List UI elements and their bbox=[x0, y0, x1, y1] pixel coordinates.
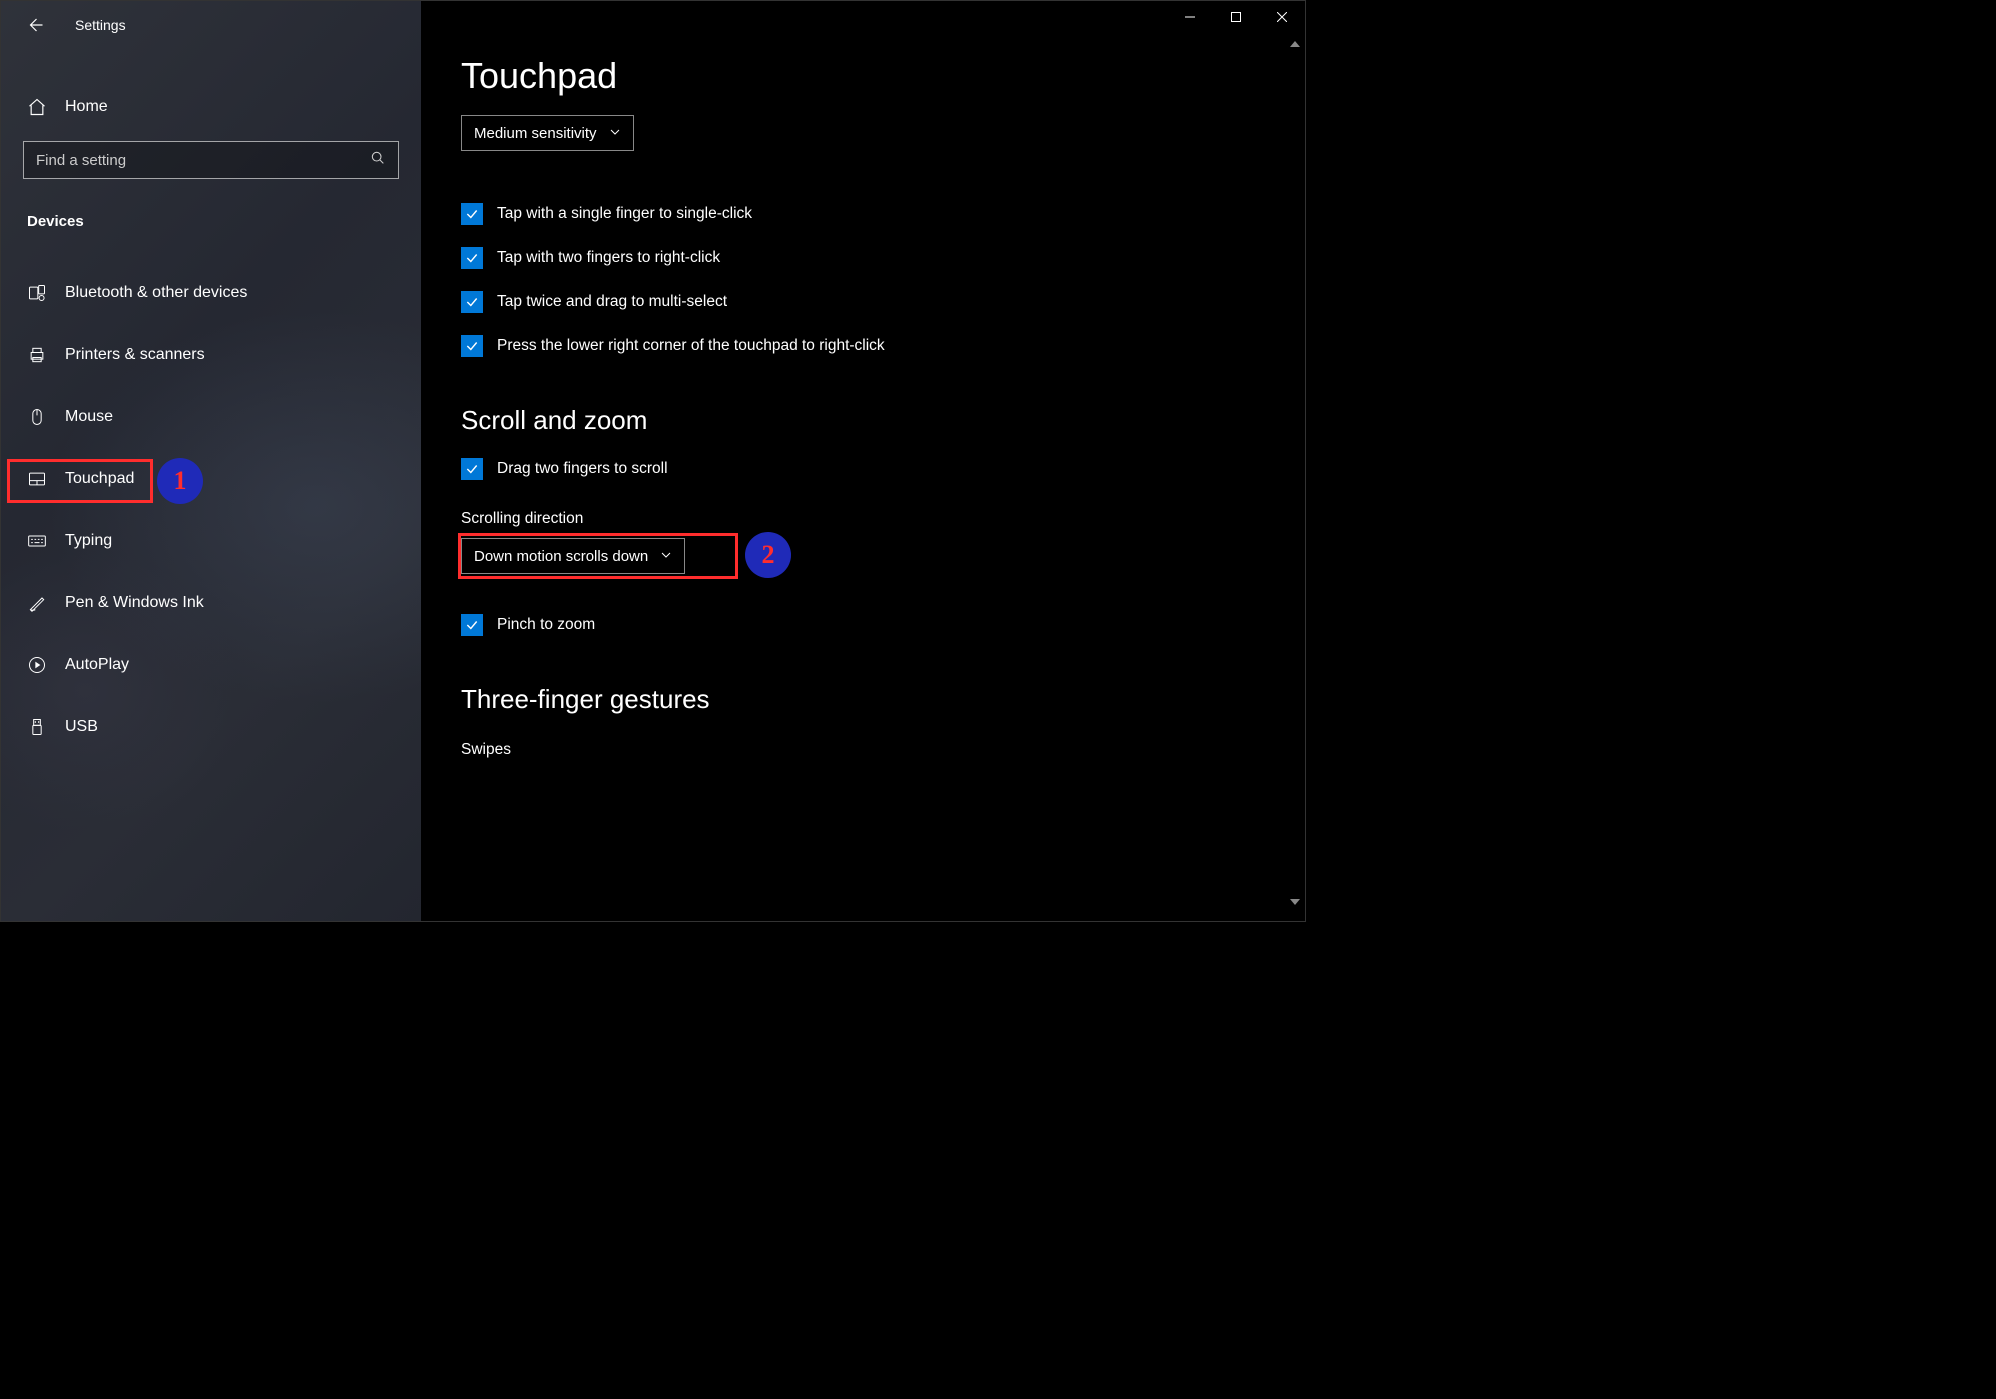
sidebar-item-label: Bluetooth & other devices bbox=[65, 284, 247, 302]
sidebar-item-label: AutoPlay bbox=[65, 656, 129, 674]
home-label: Home bbox=[65, 98, 108, 116]
checkbox-checked-icon bbox=[461, 614, 483, 636]
sidebar: Settings Home Devices Bluetooth & oth bbox=[1, 1, 421, 921]
checkbox-label: Pinch to zoom bbox=[497, 616, 595, 634]
scroll-up-icon[interactable] bbox=[1288, 37, 1302, 51]
titlebar-left: Settings bbox=[1, 1, 421, 49]
search-box[interactable] bbox=[23, 141, 399, 179]
sidebar-nav: Bluetooth & other devices Printers & sca… bbox=[1, 262, 421, 758]
section-heading-scroll-zoom: Scroll and zoom bbox=[461, 405, 1305, 436]
checkbox-checked-icon bbox=[461, 291, 483, 313]
checkbox-checked-icon bbox=[461, 247, 483, 269]
field-label-swipes: Swipes bbox=[461, 741, 1305, 759]
checkbox-checked-icon bbox=[461, 203, 483, 225]
scroll-direction-dropdown[interactable]: Down motion scrolls down bbox=[461, 538, 685, 574]
checkbox-label: Press the lower right corner of the touc… bbox=[497, 337, 885, 355]
pen-icon bbox=[27, 593, 47, 613]
sidebar-item-label: Printers & scanners bbox=[65, 346, 205, 364]
sidebar-item-printers[interactable]: Printers & scanners bbox=[1, 324, 421, 386]
minimize-button[interactable] bbox=[1167, 1, 1213, 33]
sidebar-item-label: Touchpad bbox=[65, 470, 134, 488]
annotation-marker-2: 2 bbox=[745, 532, 791, 578]
checkbox-row-two-finger-scroll[interactable]: Drag two fingers to scroll bbox=[461, 458, 1305, 480]
page-title: Touchpad bbox=[461, 55, 1305, 97]
home-icon bbox=[27, 97, 47, 117]
sensitivity-dropdown[interactable]: Medium sensitivity bbox=[461, 115, 634, 151]
sidebar-item-label: USB bbox=[65, 718, 98, 736]
app-title: Settings bbox=[75, 17, 126, 33]
sidebar-item-pen[interactable]: Pen & Windows Ink bbox=[1, 572, 421, 634]
touchpad-icon bbox=[27, 469, 47, 489]
bluetooth-devices-icon bbox=[27, 283, 47, 303]
sidebar-item-typing[interactable]: Typing bbox=[1, 510, 421, 572]
search-input[interactable] bbox=[36, 152, 370, 169]
keyboard-icon bbox=[27, 531, 47, 551]
autoplay-icon bbox=[27, 655, 47, 675]
close-button[interactable] bbox=[1259, 1, 1305, 33]
field-label-scroll-direction: Scrolling direction bbox=[461, 510, 1305, 528]
chevron-down-icon bbox=[660, 548, 672, 565]
scroll-down-icon[interactable] bbox=[1288, 895, 1302, 909]
sidebar-item-label: Mouse bbox=[65, 408, 113, 426]
checkbox-row-single-tap[interactable]: Tap with a single finger to single-click bbox=[461, 203, 1305, 225]
checkbox-row-tap-twice-drag[interactable]: Tap twice and drag to multi-select bbox=[461, 291, 1305, 313]
sidebar-item-touchpad[interactable]: Touchpad bbox=[1, 448, 421, 510]
sidebar-item-home[interactable]: Home bbox=[1, 83, 421, 131]
chevron-down-icon bbox=[609, 125, 621, 142]
sensitivity-value: Medium sensitivity bbox=[474, 125, 597, 142]
settings-window: Settings Home Devices Bluetooth & oth bbox=[0, 0, 1306, 922]
checkbox-row-lower-right-corner[interactable]: Press the lower right corner of the touc… bbox=[461, 335, 1305, 357]
back-button[interactable] bbox=[19, 9, 51, 41]
sidebar-item-bluetooth[interactable]: Bluetooth & other devices bbox=[1, 262, 421, 324]
sidebar-item-usb[interactable]: USB bbox=[1, 696, 421, 758]
checkbox-row-pinch-zoom[interactable]: Pinch to zoom bbox=[461, 614, 1305, 636]
usb-icon bbox=[27, 717, 47, 737]
window-controls bbox=[1167, 1, 1305, 33]
checkbox-row-two-finger-tap[interactable]: Tap with two fingers to right-click bbox=[461, 247, 1305, 269]
checkbox-label: Tap with two fingers to right-click bbox=[497, 249, 720, 267]
checkbox-label: Tap twice and drag to multi-select bbox=[497, 293, 727, 311]
sidebar-category: Devices bbox=[1, 179, 421, 242]
maximize-button[interactable] bbox=[1213, 1, 1259, 33]
sidebar-item-autoplay[interactable]: AutoPlay bbox=[1, 634, 421, 696]
checkbox-checked-icon bbox=[461, 335, 483, 357]
scrollbar[interactable] bbox=[1287, 37, 1303, 909]
checkbox-label: Drag two fingers to scroll bbox=[497, 460, 668, 478]
search-wrapper bbox=[23, 141, 399, 179]
sidebar-item-mouse[interactable]: Mouse bbox=[1, 386, 421, 448]
sidebar-item-label: Pen & Windows Ink bbox=[65, 594, 204, 612]
sidebar-item-label: Typing bbox=[65, 532, 112, 550]
checkbox-checked-icon bbox=[461, 458, 483, 480]
main-content: Touchpad Medium sensitivity Tap with a s… bbox=[421, 1, 1305, 921]
mouse-icon bbox=[27, 407, 47, 427]
scroll-direction-value: Down motion scrolls down bbox=[474, 548, 648, 565]
section-heading-three-finger: Three-finger gestures bbox=[461, 684, 1305, 715]
search-icon bbox=[370, 150, 386, 170]
printer-icon bbox=[27, 345, 47, 365]
checkbox-label: Tap with a single finger to single-click bbox=[497, 205, 752, 223]
